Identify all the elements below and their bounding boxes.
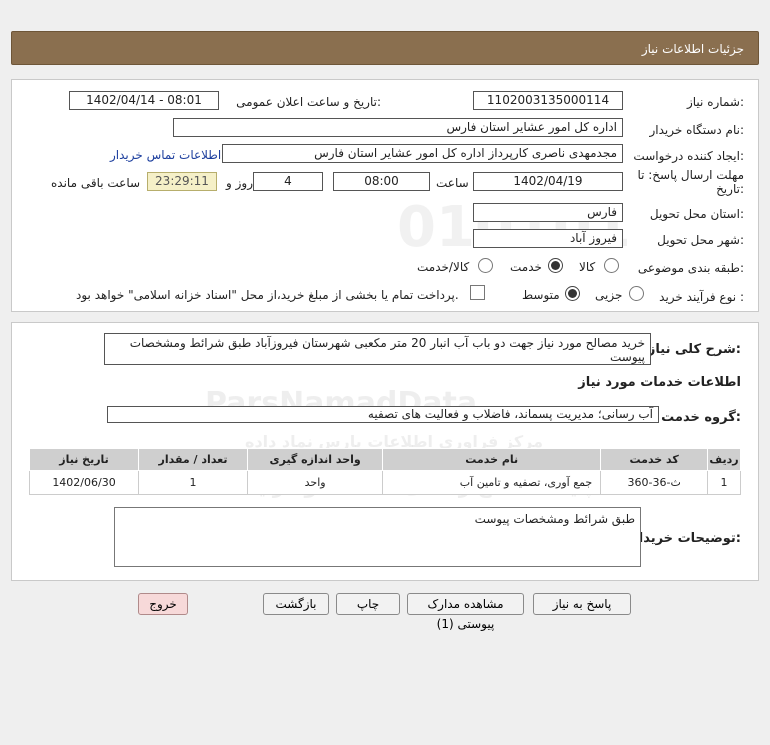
deadline-label: مهلت ارسال پاسخ: تا <box>637 168 744 182</box>
cell-row: 1 <box>707 470 741 495</box>
cell-code: ث-36-360 <box>600 470 709 495</box>
deadline-date-label: تاریخ: <box>716 182 744 196</box>
province-label: استان محل تحویل: <box>649 207 744 221</box>
col-code-header: کد خدمت <box>600 448 709 471</box>
creator-label: ایجاد کننده درخواست: <box>633 149 744 163</box>
category-radio-goods-service[interactable] <box>478 258 493 273</box>
category-option-goods: کالا <box>579 260 596 274</box>
cell-unit: واحد <box>247 470 384 495</box>
process-option-medium: متوسط <box>522 288 560 302</box>
process-radio-medium[interactable] <box>565 286 580 301</box>
buyer-notes-label: توضیحات خریدار: <box>631 531 741 546</box>
print-button[interactable]: چاپ <box>336 593 400 615</box>
category-option-service: خدمت <box>510 260 542 274</box>
cell-qty: 1 <box>138 470 249 495</box>
announce-datetime-label: تاریخ و ساعت اعلان عمومی: <box>236 95 381 109</box>
cell-date: 1402/06/30 <box>28 470 140 495</box>
deadline-time-field: 08:00 <box>333 172 430 191</box>
buyer-notes-field: طبق شرائط ومشخصات پیوست <box>114 507 641 567</box>
remaining-time-field: 23:29:11 <box>147 172 217 191</box>
category-option-goods-service: کالا/خدمت <box>417 260 470 274</box>
buyer-org-label: نام دستگاه خریدار: <box>649 123 745 137</box>
table-row: 1 ث-36-360 جمع آوری، تصفیه و تامین آب وا… <box>28 470 741 495</box>
days-field: 4 <box>253 172 323 191</box>
deadline-date-field: 1402/04/19 <box>473 172 623 191</box>
buyer-contact-link[interactable]: اطلاعات تماس خریدار <box>110 148 221 162</box>
summary-field: خرید مصالح مورد نیاز جهت دو باب آب انبار… <box>104 333 651 365</box>
reply-button[interactable]: پاسخ به نیاز <box>533 593 631 615</box>
col-row-header: ردیف <box>707 448 741 471</box>
process-type-label: نوع فرآیند خرید : <box>659 290 744 304</box>
remaining-time-label: ساعت باقی مانده <box>51 176 141 190</box>
service-group-field: آب رسانی؛ مدیریت پسماند، فاضلاب و فعالیت… <box>107 406 659 423</box>
page-header: جزئیات اطلاعات نیاز <box>11 31 759 65</box>
col-date-header: تاریخ نیاز <box>28 448 140 471</box>
announce-datetime-field: 1402/04/14 - 08:01 <box>69 91 219 110</box>
category-radio-service[interactable] <box>548 258 563 273</box>
summary-label: شرح کلی نیاز: <box>647 342 741 357</box>
services-heading: اطلاعات خدمات مورد نیاز <box>578 375 741 390</box>
process-radio-minor[interactable] <box>629 286 644 301</box>
need-info-panel: 010101 <box>11 79 759 312</box>
province-field: فارس <box>473 203 623 222</box>
creator-field: مجدمهدی ناصری کارپرداز اداره کل امور عشا… <box>222 144 623 163</box>
services-table: ردیف کد خدمت نام خدمت واحد اندازه گیری ت… <box>28 448 741 495</box>
col-unit-header: واحد اندازه گیری <box>247 448 384 471</box>
col-qty-header: تعداد / مقدار <box>138 448 249 471</box>
deadline-time-label: ساعت <box>436 176 469 190</box>
col-name-header: نام خدمت <box>382 448 602 471</box>
cell-name: جمع آوری، تصفیه و تامین آب <box>382 470 602 495</box>
need-number-field: 1102003135000114 <box>473 91 623 110</box>
treasury-payment-checkbox[interactable] <box>470 285 485 300</box>
category-label: طبقه بندی موضوعی: <box>637 261 744 275</box>
treasury-payment-note: پرداخت تمام یا بخشی از مبلغ خرید،از محل … <box>76 288 459 302</box>
exit-button[interactable]: خروج <box>138 593 188 615</box>
service-group-label: گروه خدمت: <box>661 410 741 425</box>
buyer-org-field: اداره کل امور عشایر استان فارس <box>173 118 623 137</box>
back-button[interactable]: بازگشت <box>263 593 329 615</box>
city-label: شهر محل تحویل: <box>657 233 744 247</box>
need-number-label: شماره نیاز: <box>686 95 744 109</box>
page-title: جزئیات اطلاعات نیاز <box>641 42 744 56</box>
category-radio-goods[interactable] <box>604 258 619 273</box>
process-option-minor: جزیی <box>595 288 623 302</box>
city-field: فیروز آباد <box>473 229 623 248</box>
view-attachments-button[interactable]: مشاهده مدارک پیوستی (1) <box>407 593 524 631</box>
days-label: روز و <box>226 176 253 190</box>
table-header-row: ردیف کد خدمت نام خدمت واحد اندازه گیری ت… <box>28 448 741 471</box>
